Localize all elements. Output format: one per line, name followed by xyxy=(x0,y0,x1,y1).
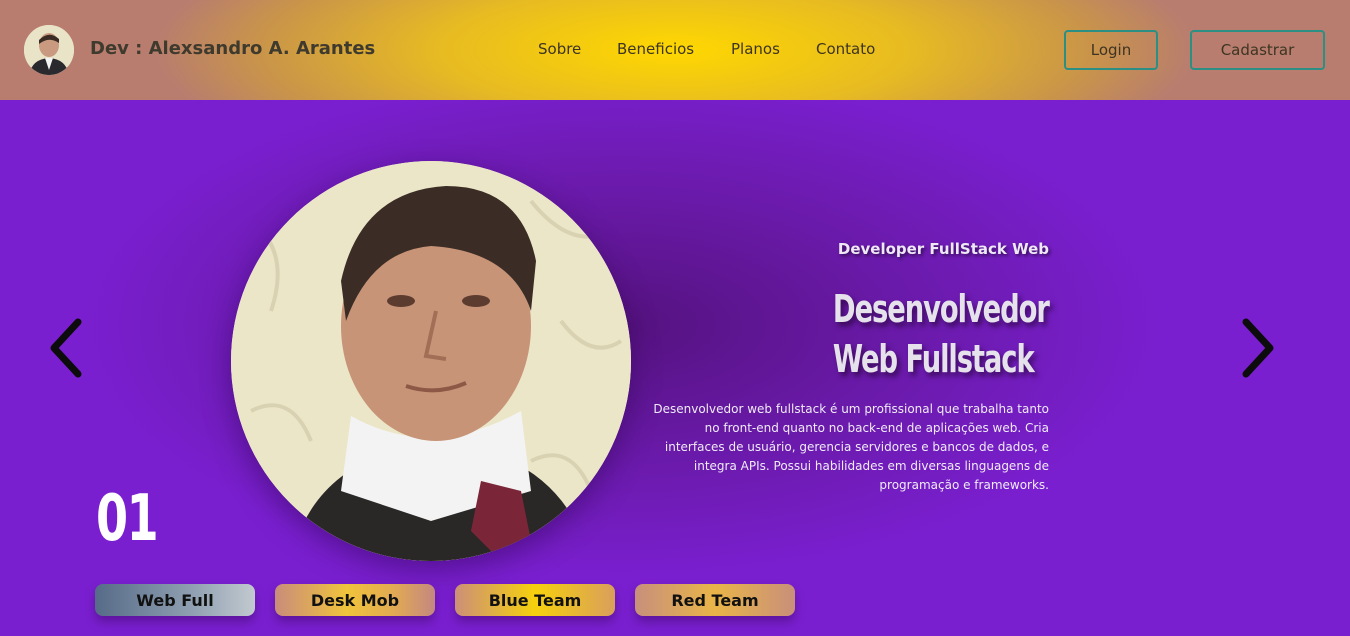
next-slide-button[interactable] xyxy=(1238,318,1278,378)
hero-title-line-1: Desenvolvedor xyxy=(833,287,1050,331)
slide-counter: 01 xyxy=(96,482,159,556)
person-portrait-icon xyxy=(231,161,631,561)
tab-web-full[interactable]: Web Full xyxy=(95,584,255,616)
hero-subtitle: Developer FullStack Web xyxy=(837,240,1049,258)
profile-portrait xyxy=(231,161,631,561)
hero-slider: Developer FullStack Web Desenvolvedor We… xyxy=(0,100,1350,636)
site-header: Dev : Alexsandro A. Arantes Sobre Benefi… xyxy=(0,0,1350,100)
prev-slide-button[interactable] xyxy=(46,318,86,378)
nav-link-beneficios[interactable]: Beneficios xyxy=(617,40,694,58)
nav-link-sobre[interactable]: Sobre xyxy=(538,40,581,58)
login-button[interactable]: Login xyxy=(1064,30,1158,70)
person-avatar-icon xyxy=(24,25,74,75)
nav-link-planos[interactable]: Planos xyxy=(731,40,780,58)
tab-desk-mob[interactable]: Desk Mob xyxy=(275,584,435,616)
hero-description: Desenvolvedor web fullstack é um profiss… xyxy=(653,402,1049,492)
brand-name[interactable]: Dev : Alexsandro A. Arantes xyxy=(90,38,375,59)
tab-red-team[interactable]: Red Team xyxy=(635,584,795,616)
avatar xyxy=(24,25,74,75)
chevron-right-icon xyxy=(1242,318,1274,378)
signup-button[interactable]: Cadastrar xyxy=(1190,30,1325,70)
hero-title: Desenvolvedor Web Fullstack xyxy=(833,284,1050,384)
hero-title-line-2: Web Fullstack xyxy=(833,337,1035,381)
chevron-left-icon xyxy=(50,318,82,378)
tab-blue-team[interactable]: Blue Team xyxy=(455,584,615,616)
nav-link-contato[interactable]: Contato xyxy=(816,40,875,58)
